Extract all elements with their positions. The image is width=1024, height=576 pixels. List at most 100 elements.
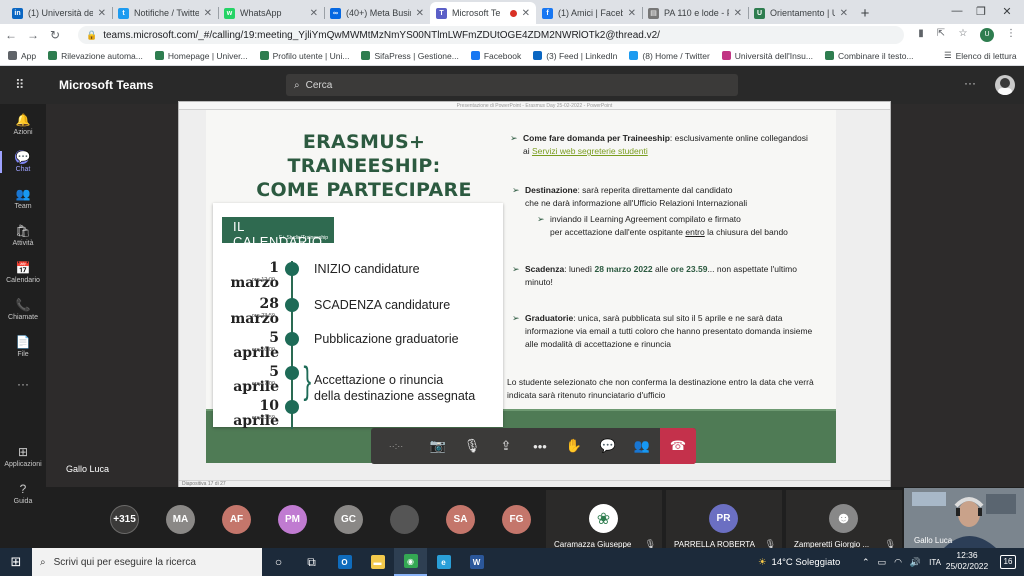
close-tab-icon[interactable]: ✕	[416, 8, 424, 19]
participant-avatar[interactable]: GC	[334, 505, 363, 534]
rail-item-file[interactable]: 📄 File	[0, 330, 46, 364]
weather-widget[interactable]: ☀ 14°C Soleggiato	[758, 548, 840, 576]
bookmark-item[interactable]: App	[8, 51, 36, 61]
camera-icon[interactable]: ▮	[914, 28, 928, 42]
servizi-web-link[interactable]: Servizi web segreterie studenti	[532, 146, 648, 156]
close-tab-icon[interactable]: ✕	[734, 8, 742, 19]
browser-tab[interactable]: U Orientamento | U ✕	[748, 2, 854, 24]
browser-tab[interactable]: ∞ (40+) Meta Busin ✕	[324, 2, 430, 24]
hang-up-button[interactable]: ☎	[660, 428, 696, 464]
bookmark-item[interactable]: Profilo utente | Uni...	[259, 51, 349, 61]
participant-avatar[interactable]: FG	[502, 505, 531, 534]
wifi-icon[interactable]: ◠	[894, 557, 902, 568]
browser-menu-icon[interactable]: ⋮	[1004, 28, 1018, 42]
forward-button[interactable]: →	[22, 28, 44, 42]
bullet-deadline: ➢ Scadenza: lunedì 28 marzo 2022 alle or…	[512, 263, 797, 289]
reading-list-button[interactable]: ☰ Elenco di lettura	[944, 50, 1017, 61]
overflow-participants-button[interactable]: +315	[110, 505, 139, 534]
rail-item-azioni[interactable]: 🔔 Azioni	[0, 108, 46, 142]
rail-item-chat[interactable]: 💬 Chat	[0, 145, 46, 179]
browser-tab[interactable]: f (1) Amici | Facebo ✕	[536, 2, 642, 24]
network-icon[interactable]: ▭	[878, 557, 887, 568]
participant-avatar[interactable]: AF	[222, 505, 251, 534]
participant-tile[interactable]: ☻ Zamperetti Giorgio ... 🎙	[786, 490, 902, 549]
volume-icon[interactable]: 🔊	[910, 557, 921, 568]
participant-tile[interactable]: PR PARRELLA ROBERTA 🎙	[666, 490, 782, 549]
close-tab-icon[interactable]: ✕	[628, 8, 636, 19]
bookmark-item[interactable]: (3) Feed | LinkedIn	[533, 51, 617, 61]
bookmark-item[interactable]: Rilevazione automa...	[48, 51, 143, 61]
participant-avatar[interactable]: MA	[166, 505, 195, 534]
new-tab-button[interactable]: +	[854, 2, 876, 24]
rail-item-guida[interactable]: ? Guida	[0, 477, 46, 511]
user-photo-icon	[998, 78, 1012, 95]
outlook-taskbar-button[interactable]: O	[328, 548, 361, 576]
browser-tab[interactable]: t Notifiche / Twitte ✕	[112, 2, 218, 24]
raise-hand-icon: ✋	[565, 438, 583, 453]
rail-item-calendario[interactable]: 📅 Calendario	[0, 256, 46, 290]
share-icon: ⇪	[500, 438, 512, 453]
share-page-icon[interactable]: ⇱	[934, 28, 948, 42]
tab-list: in (1) Università deg ✕ t Notifiche / Twitte…	[0, 2, 854, 24]
rail-item-attività[interactable]: 🛍 Attività	[0, 219, 46, 253]
browser-tab[interactable]: ▤ PA 110 e lode - F ✕	[642, 2, 748, 24]
rail-item-team[interactable]: 👥 Team	[0, 182, 46, 216]
share-button[interactable]: ⇪	[489, 428, 523, 464]
bookmark-item[interactable]: Combinare il testo...	[824, 51, 914, 61]
calendar-time: ore 16:00	[251, 347, 275, 353]
bullet-apply-text2: ai	[523, 146, 532, 156]
cortana-taskbar-button[interactable]: ○	[262, 548, 295, 576]
mic-off-button[interactable]: 🎙	[455, 428, 489, 464]
close-tab-icon[interactable]: ✕	[310, 8, 318, 19]
browser-tab[interactable]: T Microsoft Te ✕	[430, 2, 536, 24]
browser-tab[interactable]: in (1) Università deg ✕	[6, 2, 112, 24]
close-window-button[interactable]: ✕	[986, 0, 1024, 22]
participant-avatar[interactable]: SA	[446, 505, 475, 534]
notifications-button[interactable]: 16	[1000, 555, 1016, 569]
participant-avatar[interactable]	[390, 505, 419, 534]
bookmark-item[interactable]: Homepage | Univer...	[154, 51, 248, 61]
task-view-icon: ⧉	[307, 554, 316, 569]
rail-item-applicazioni[interactable]: ⊞ Applicazioni	[0, 440, 46, 474]
raise-hand-button[interactable]: ✋	[557, 428, 591, 464]
task-view-taskbar-button[interactable]: ⧉	[295, 548, 328, 576]
language-icon[interactable]: ITA	[929, 558, 941, 567]
close-tab-icon[interactable]: ✕	[204, 8, 212, 19]
bookmark-star-icon[interactable]: ☆	[956, 28, 970, 42]
bookmark-item[interactable]: SifaPress | Gestione...	[361, 51, 459, 61]
participants-button[interactable]: 👥	[625, 428, 659, 464]
file-explorer-taskbar-button[interactable]: ▬	[361, 548, 394, 576]
rail-item-chiamate[interactable]: 📞 Chiamate	[0, 293, 46, 327]
rail-item-more[interactable]: ···	[0, 367, 46, 401]
clock[interactable]: 12:36 25/02/2022	[941, 550, 993, 572]
chat-button[interactable]: 💬	[591, 428, 625, 464]
close-tab-icon[interactable]: ✕	[522, 8, 530, 19]
bookmark-item[interactable]: (8) Home / Twitter	[629, 51, 710, 61]
bookmark-item[interactable]: Facebook	[470, 51, 521, 61]
chrome-taskbar-button[interactable]: ◉	[394, 548, 427, 576]
windows-start-icon[interactable]: ⊞	[0, 548, 32, 576]
camera-off-button[interactable]: 📷	[421, 428, 455, 464]
url-field[interactable]: 🔒 teams.microsoft.com/_#/calling/19:meet…	[78, 26, 904, 44]
more-options-icon[interactable]: ···	[964, 76, 976, 90]
close-tab-icon[interactable]: ✕	[840, 8, 848, 19]
chevron-up-icon[interactable]: ⌃	[862, 557, 870, 568]
participant-tile[interactable]: ❀ Caramazza Giuseppe 🎙	[546, 490, 662, 549]
browser-tab[interactable]: w WhatsApp ✕	[218, 2, 324, 24]
bookmark-item[interactable]: Università dell'Insu...	[721, 51, 813, 61]
teams-icon: T	[436, 7, 447, 19]
self-video-tile[interactable]: Gallo Luca	[904, 488, 1024, 548]
back-button[interactable]: ←	[0, 28, 22, 42]
word-taskbar-button[interactable]: W	[460, 548, 493, 576]
more-button[interactable]: •••	[523, 428, 557, 464]
profile-avatar-icon[interactable]: U	[980, 28, 994, 42]
user-avatar[interactable]	[995, 75, 1015, 95]
window-title: Presentazione di PowerPoint - Erasmus Da…	[179, 102, 890, 110]
edge-taskbar-button[interactable]: e	[427, 548, 460, 576]
participant-avatar[interactable]: PM	[278, 505, 307, 534]
taskbar-search[interactable]: ⌕ Scrivi qui per eseguire la ricerca	[32, 548, 262, 576]
close-tab-icon[interactable]: ✕	[98, 8, 106, 19]
search-box[interactable]: ⌕ Cerca	[286, 74, 738, 96]
reload-button[interactable]: ↻	[44, 28, 66, 42]
app-launcher-icon[interactable]: ⠿	[15, 78, 29, 92]
